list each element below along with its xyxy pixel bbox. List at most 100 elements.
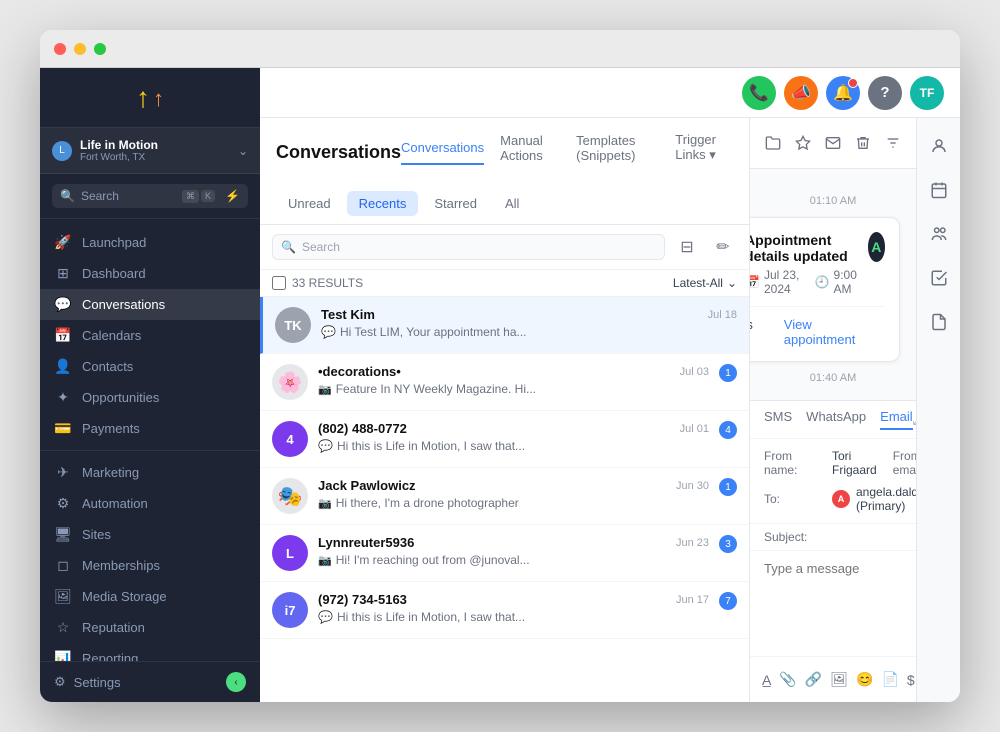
conversations-icon: 💬 (54, 296, 72, 313)
tab-conversations[interactable]: Conversations (401, 140, 484, 165)
sidebar-item-dashboard[interactable]: ⊞ Dashboard (40, 258, 260, 289)
tab-email[interactable]: Email (880, 409, 913, 430)
bell-button[interactable]: 🔔 (826, 76, 860, 110)
sidebar-item-contacts[interactable]: 👤 Contacts (40, 351, 260, 382)
list-item[interactable]: i7 (972) 734-5163 Jun 17 💬 Hi this is Li… (260, 582, 749, 639)
avatar: L (272, 535, 308, 571)
list-search-input[interactable] (302, 240, 656, 254)
tab-trigger-links[interactable]: Trigger Links ▾ (675, 132, 733, 173)
search-icon: 🔍 (60, 189, 75, 203)
shortcut-cmd: ⌘ (182, 190, 199, 203)
conv-date: Jun 17 (676, 594, 709, 606)
sidebar-item-sites[interactable]: 🖥 Sites (40, 519, 260, 550)
subject-input[interactable] (815, 530, 916, 544)
close-dot[interactable] (54, 43, 66, 55)
unread-badge: 3 (719, 535, 737, 553)
help-button[interactable]: ? (868, 76, 902, 110)
dollar-button[interactable]: $ (907, 667, 915, 693)
memberships-icon: ◻ (54, 557, 72, 574)
email-button[interactable] (822, 128, 844, 158)
attachment-button[interactable]: 📎 (779, 667, 796, 693)
sidebar-logo: ↑ ↑ (40, 68, 260, 128)
text-format-button[interactable]: A̲ (762, 667, 771, 693)
list-item[interactable]: L Lynnreuter5936 Jun 23 📷 Hi! I'm reachi… (260, 525, 749, 582)
sidebar-item-launchpad[interactable]: 🚀 Launchpad (40, 227, 260, 258)
conv-preview: 📷 Hi there, I'm a drone photographer (318, 496, 709, 510)
list-item[interactable]: 🎭 Jack Pawlowicz Jun 30 📷 Hi there, I'm … (260, 468, 749, 525)
sidebar-account[interactable]: L Life in Motion Fort Worth, TX ⌄ (40, 128, 260, 174)
list-item[interactable]: 4 (802) 488-0772 Jul 01 💬 Hi this is Lif… (260, 411, 749, 468)
list-item[interactable]: 🌸 •decorations• Jul 03 📷 Feature In NY W… (260, 354, 749, 411)
checklist-button[interactable] (923, 262, 955, 294)
sidebar-item-opportunities[interactable]: ✦ Opportunities (40, 382, 260, 413)
document-button[interactable]: 📄 (881, 667, 898, 693)
reputation-icon: ☆ (54, 619, 72, 636)
sidebar-item-media-storage[interactable]: 🖼 Media Storage (40, 581, 260, 612)
subtab-recents[interactable]: Recents (347, 191, 419, 216)
view-appointment-button[interactable]: View appointment (784, 317, 885, 347)
image-button[interactable]: 🖼 (830, 667, 848, 693)
conv-preview: 📷 Feature In NY Weekly Magazine. Hi... (318, 382, 709, 396)
sidebar-item-payments[interactable]: 💳 Payments (40, 413, 260, 444)
conv-preview: 📷 Hi! I'm reaching out from @junoval... (318, 553, 709, 567)
unread-badge: 4 (719, 421, 737, 439)
appointment-title: Appointment details updated (750, 232, 858, 264)
filter-button[interactable]: ⊟ (673, 233, 701, 261)
panel-title-row: Conversations Conversations Manual Actio… (276, 132, 733, 173)
team-button[interactable] (923, 218, 955, 250)
sidebar-item-memberships[interactable]: ◻ Memberships (40, 550, 260, 581)
subject-row: Subject: (750, 524, 916, 551)
search-input[interactable] (81, 189, 176, 203)
sort-button[interactable]: Latest-All ⌄ (673, 276, 737, 290)
sidebar-search-box[interactable]: 🔍 ⌘ K ⚡ (52, 184, 248, 208)
message-textarea[interactable] (764, 561, 902, 641)
subtab-all[interactable]: All (493, 191, 531, 216)
compose-button[interactable]: ✏ (709, 233, 737, 261)
star-button[interactable] (792, 128, 814, 158)
message-toolbar (750, 118, 916, 169)
recipient-email: angela.dalde1@gmail.com (Primary) (856, 485, 916, 513)
fullscreen-dot[interactable] (94, 43, 106, 55)
sidebar-item-label: Calendars (82, 328, 141, 343)
subtab-starred[interactable]: Starred (422, 191, 489, 216)
sidebar-search-container: 🔍 ⌘ K ⚡ (40, 174, 260, 219)
sidebar-collapse-button[interactable]: ‹ (226, 672, 246, 692)
shortcut-k: K (201, 190, 215, 202)
select-all-checkbox[interactable] (272, 276, 286, 290)
contact-info-button[interactable] (923, 130, 955, 162)
trash-button[interactable] (852, 128, 874, 158)
list-item[interactable]: TK Test Kim Jul 18 💬 Hi Test LIM, Your a… (260, 297, 749, 354)
from-name-label: From name: (764, 449, 824, 477)
tab-whatsapp[interactable]: WhatsApp (806, 409, 866, 430)
megaphone-button[interactable]: 📣 (784, 76, 818, 110)
sidebar-item-calendars[interactable]: 📅 Calendars (40, 320, 260, 351)
folder-button[interactable] (762, 128, 784, 158)
right-side-panel (916, 118, 960, 702)
sidebar-item-marketing[interactable]: ✈ Marketing (40, 457, 260, 488)
sidebar-item-label: Marketing (82, 465, 139, 480)
conv-name: Jack Pawlowicz (318, 478, 416, 493)
appointment-contact: Kim-Let's Meet (750, 317, 784, 347)
sidebar-item-automation[interactable]: ⚙ Automation (40, 488, 260, 519)
sidebar-item-reputation[interactable]: ☆ Reputation (40, 612, 260, 643)
tab-sms[interactable]: SMS (764, 409, 792, 430)
notes-button[interactable] (923, 306, 955, 338)
sidebar-item-conversations[interactable]: 💬 Conversations (40, 289, 260, 320)
minimize-dot[interactable] (74, 43, 86, 55)
sidebar-item-reporting[interactable]: 📊 Reporting (40, 643, 260, 661)
subtab-unread[interactable]: Unread (276, 191, 343, 216)
from-name-value: Tori Frigaard (832, 449, 877, 477)
recipient-avatar: A (832, 490, 850, 508)
phone-button[interactable]: 📞 (742, 76, 776, 110)
emoji-button[interactable]: 😊 (856, 667, 873, 693)
list-search-box[interactable]: 🔍 (272, 234, 665, 260)
calendar-side-button[interactable] (923, 174, 955, 206)
user-avatar-button[interactable]: TF (910, 76, 944, 110)
message-input-area (750, 551, 916, 656)
tab-templates[interactable]: Templates (Snippets) (576, 133, 659, 173)
filter-message-button[interactable] (882, 128, 904, 158)
sidebar-item-settings[interactable]: ⚙ Settings (54, 674, 218, 690)
tab-manual-actions[interactable]: Manual Actions (500, 133, 560, 173)
link-button[interactable]: 🔗 (805, 667, 822, 693)
app-window: ↑ ↑ L Life in Motion Fort Worth, TX ⌄ 🔍 … (40, 30, 960, 702)
